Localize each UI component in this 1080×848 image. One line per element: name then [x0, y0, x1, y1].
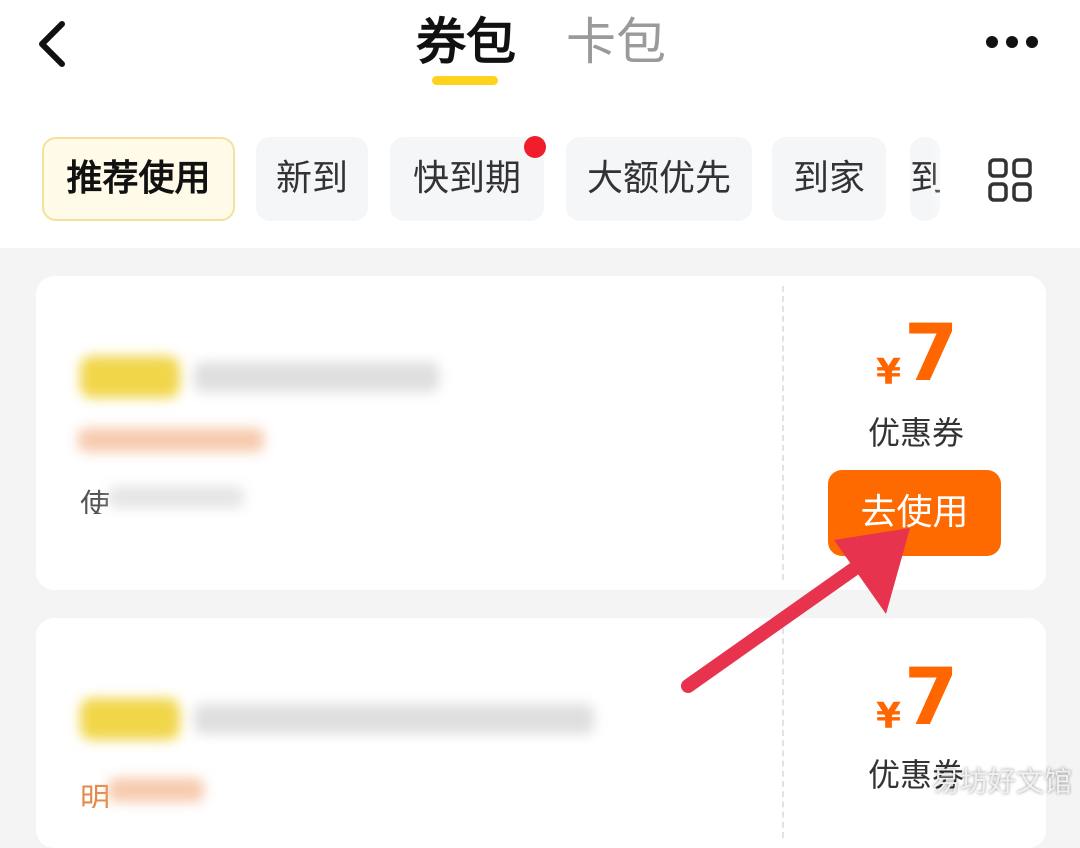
blurred-coupon-rule [108, 486, 244, 508]
filter-chip-large-first[interactable]: 大额优先 [566, 137, 752, 221]
active-tab-underline [432, 76, 498, 85]
coupon-validity-text: 明 [80, 782, 110, 808]
more-dots-icon[interactable] [984, 34, 1040, 50]
blurred-coupon-title [194, 704, 594, 734]
coupon-type-label: 优惠券 [868, 414, 965, 452]
grid-icon[interactable] [988, 158, 1032, 202]
coupon-rule-text: 使 [80, 488, 110, 514]
coupon-amount: 7 [904, 309, 959, 399]
tab-cards[interactable]: 卡包 [566, 10, 666, 74]
tab-coupons[interactable]: 券包 [416, 10, 516, 74]
back-chevron-icon[interactable] [30, 18, 78, 70]
annotation-arrow-icon [681, 528, 910, 693]
currency-symbol: ¥ [876, 352, 902, 393]
filter-chip-new[interactable]: 新到 [256, 137, 368, 221]
blurred-coupon-title [194, 362, 439, 392]
blurred-coupon-validity [108, 778, 204, 802]
filter-chip-recommended[interactable]: 推荐使用 [42, 137, 235, 221]
watermark-text: 易坊好文馆 [932, 765, 1073, 798]
filter-chip-expiring[interactable]: 快到期 [390, 137, 544, 221]
filter-chip-home-delivery[interactable]: 到家 [772, 137, 886, 221]
blurred-coupon-validity [78, 428, 264, 452]
blurred-coupon-tag [80, 356, 180, 398]
blurred-coupon-tag [80, 698, 180, 740]
unread-red-dot [524, 136, 546, 158]
chip-scroll-fade [930, 130, 970, 230]
